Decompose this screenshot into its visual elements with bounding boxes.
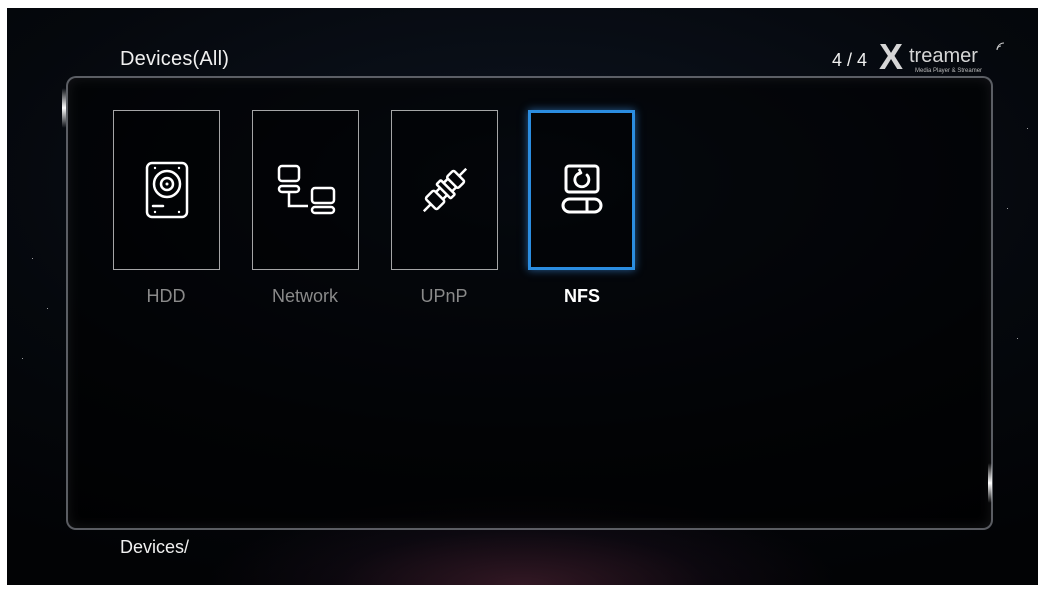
device-tile-network[interactable] xyxy=(252,110,359,270)
hard-drive-icon xyxy=(145,161,188,219)
device-label-upnp: UPnP xyxy=(420,286,468,306)
device-tile-upnp[interactable] xyxy=(391,110,498,270)
nfs-share-icon xyxy=(561,164,602,214)
page-title: Devices(All) xyxy=(120,48,230,70)
screen: Devices(All) 4 / 4 X treamer Media Playe… xyxy=(0,0,1045,593)
logo-mark: X xyxy=(879,36,904,77)
breadcrumb-path: Devices/ xyxy=(120,537,190,557)
device-label-network: Network xyxy=(271,286,338,306)
device-label-hdd: HDD xyxy=(146,286,186,306)
logo-tagline: Media Player & Streamer xyxy=(915,68,983,74)
xtreamer-logo: X treamer Media Player & Streamer xyxy=(877,36,1007,77)
device-tile-nfs[interactable] xyxy=(528,110,635,270)
plug-connector-icon xyxy=(422,167,467,213)
logo-word: treamer xyxy=(909,45,978,67)
device-label-nfs: NFS xyxy=(564,286,600,306)
device-tile-hdd[interactable] xyxy=(113,110,220,270)
tv-screen: Devices(All) 4 / 4 X treamer Media Playe… xyxy=(7,8,1038,585)
panel-highlight-right xyxy=(988,463,992,503)
network-icon xyxy=(277,164,335,215)
page-counter: 4 / 4 xyxy=(832,50,868,70)
panel-highlight-left xyxy=(62,88,66,128)
wireless-icon xyxy=(996,42,1005,51)
